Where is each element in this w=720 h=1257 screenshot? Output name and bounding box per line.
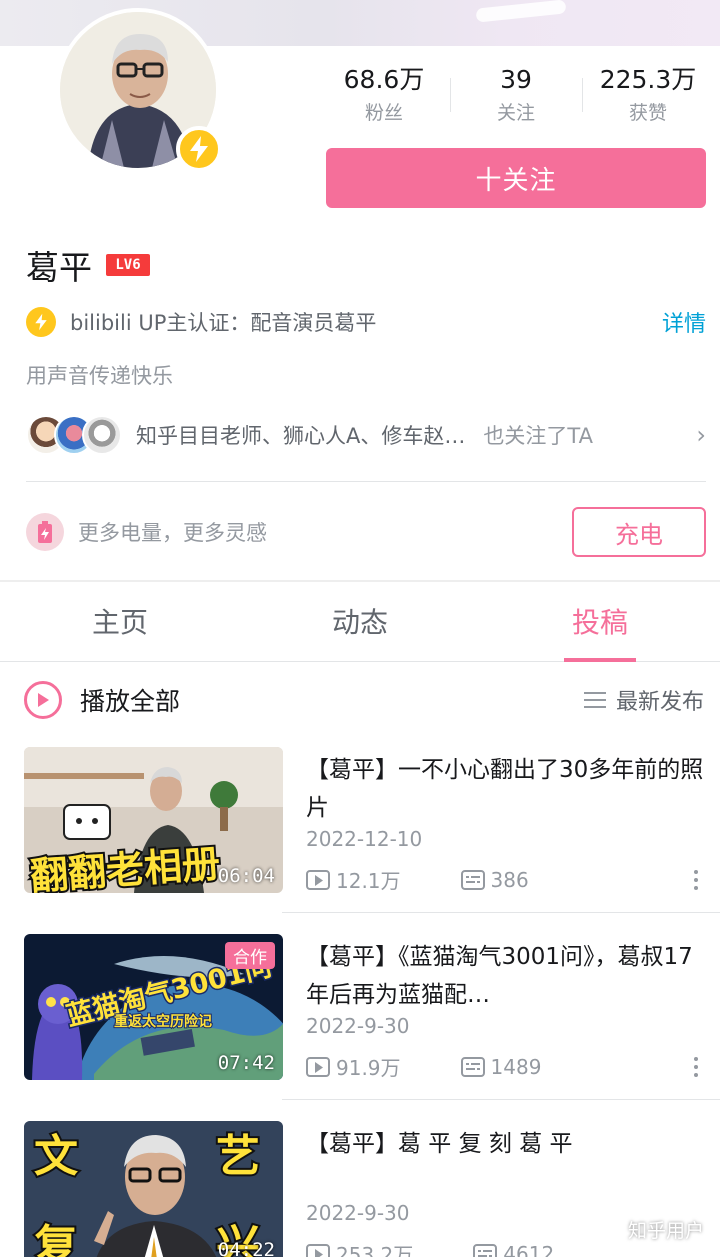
danmaku-icon <box>473 1243 498 1257</box>
follow-button[interactable]: 十关注 <box>326 148 706 208</box>
verified-bolt-icon <box>176 126 222 172</box>
video-date: 2022-9-30 <box>306 1201 410 1225</box>
profile-tabs: 主页 动态 投稿 <box>0 584 720 662</box>
stat-following-value: 39 <box>500 65 532 94</box>
profile-stats: 68.6万 粉丝 39 关注 225.3万 获赞 <box>318 62 714 134</box>
divider <box>282 912 720 913</box>
play-count-icon <box>306 869 330 890</box>
stat-fans-label: 粉丝 <box>364 102 403 124</box>
sort-label: 最新发布 <box>615 690 704 715</box>
mutual-names: 知乎目目老师、狮心人A、修车赵… <box>136 424 466 448</box>
video-duration: 04:22 <box>217 1239 275 1257</box>
danmaku-count-value: 1489 <box>490 1054 542 1079</box>
video-item[interactable]: 翻翻老相册 06:04 【葛平】一不小心翻出了30多年前的照片 2022-12-… <box>24 747 704 895</box>
bolt-icon <box>26 307 56 337</box>
tab-uploads[interactable]: 投稿 <box>480 584 720 662</box>
watermark: 知乎用户 <box>627 1220 704 1242</box>
divider <box>282 1099 720 1100</box>
view-count-value: 91.9万 <box>336 1056 401 1080</box>
thumbnail-char: 文 <box>34 1131 78 1182</box>
view-count: 12.1万 <box>306 865 401 894</box>
video-title[interactable]: 【葛平】葛 平 复 刻 葛 平 <box>306 1125 706 1163</box>
video-thumbnail[interactable]: 文 复 艺 兴 04:22 <box>24 1121 283 1257</box>
video-duration: 07:42 <box>217 1052 275 1074</box>
thumbnail-char: 艺 <box>216 1131 260 1182</box>
stat-following[interactable]: 39 关注 <box>450 62 582 134</box>
video-date: 2022-9-30 <box>306 1014 410 1038</box>
mutual-avatars <box>26 415 122 455</box>
video-item[interactable]: 文 复 艺 兴 04:22 【葛平】葛 平 复 刻 葛 平 2022-9-30 … <box>24 1121 704 1257</box>
video-duration: 06:04 <box>217 865 275 887</box>
tab-dynamic[interactable]: 动态 <box>240 584 480 661</box>
video-thumbnail[interactable]: 蓝猫淘气3001问 重返太空历险记 合作 07:42 <box>24 934 283 1080</box>
divider <box>26 481 706 482</box>
charge-text: 更多电量，更多灵感 <box>78 521 267 545</box>
stat-likes-value: 225.3万 <box>599 65 697 94</box>
list-icon <box>583 692 606 708</box>
play-all-button[interactable]: 播放全部 <box>80 682 180 718</box>
certification-text: bilibili UP主认证：配音演员葛平 <box>70 311 377 335</box>
certification-row: bilibili UP主认证：配音演员葛平 详情 <box>26 302 706 342</box>
stat-likes-label: 获赞 <box>628 102 667 124</box>
view-count-value: 253.2万 <box>336 1243 414 1257</box>
thumbnail-subcaption: 重返太空历险记 <box>114 1013 212 1030</box>
chevron-right-icon: › <box>696 421 706 449</box>
stat-fans[interactable]: 68.6万 粉丝 <box>318 62 450 134</box>
charge-row: 更多电量，更多灵感 充电 <box>26 506 706 558</box>
battery-icon <box>26 513 64 551</box>
video-thumbnail[interactable]: 翻翻老相册 06:04 <box>24 747 283 893</box>
play-icon[interactable] <box>24 681 62 719</box>
danmaku-count-value: 386 <box>490 867 529 892</box>
danmaku-icon <box>460 1056 485 1077</box>
certification-detail-link[interactable]: 详情 <box>662 306 706 338</box>
view-count: 91.9万 <box>306 1052 401 1081</box>
level-badge: LV6 <box>106 254 150 276</box>
danmaku-count: 4612 <box>473 1242 554 1257</box>
stat-following-label: 关注 <box>496 102 535 124</box>
sort-dropdown[interactable]: 最新发布 <box>583 684 704 716</box>
thumbnail-caption: 翻翻老相册 <box>29 841 222 893</box>
video-date: 2022-12-10 <box>306 827 423 851</box>
danmaku-count: 1489 <box>460 1054 542 1079</box>
view-count: 253.2万 <box>306 1239 413 1257</box>
more-options-icon[interactable] <box>694 1056 704 1077</box>
video-title[interactable]: 【葛平】一不小心翻出了30多年前的照片 <box>306 751 706 827</box>
mutual-suffix: 也关注了TA <box>483 424 593 448</box>
thumbnail-char: 复 <box>34 1221 78 1257</box>
user-signature: 用声音传递快乐 <box>26 364 173 388</box>
play-all-row: 播放全部 最新发布 <box>24 678 704 722</box>
mutual-avatar <box>82 415 122 455</box>
collab-badge: 合作 <box>225 942 275 969</box>
section-divider <box>0 580 720 582</box>
video-item[interactable]: 蓝猫淘气3001问 重返太空历险记 合作 07:42 【葛平】《蓝猫淘气3001… <box>24 934 704 1082</box>
video-meta: 12.1万 386 <box>306 865 704 894</box>
stat-likes[interactable]: 225.3万 获赞 <box>582 62 714 134</box>
banner-decoration <box>475 0 567 23</box>
tab-home[interactable]: 主页 <box>0 584 240 661</box>
danmaku-count-value: 4612 <box>503 1241 555 1257</box>
mutual-follows-row[interactable]: 知乎目目老师、狮心人A、修车赵… 也关注了TA › <box>26 410 706 460</box>
play-count-icon <box>306 1056 330 1077</box>
stat-fans-value: 68.6万 <box>343 65 425 94</box>
more-options-icon[interactable] <box>694 869 704 890</box>
video-meta: 91.9万 1489 <box>306 1052 704 1081</box>
video-title[interactable]: 【葛平】《蓝猫淘气3001问》，葛叔17年后再为蓝猫配… <box>306 938 706 1014</box>
play-count-icon <box>306 1243 330 1257</box>
danmaku-icon <box>460 869 485 890</box>
view-count-value: 12.1万 <box>336 869 401 893</box>
danmaku-count: 386 <box>460 867 529 892</box>
charge-button[interactable]: 充电 <box>572 507 706 557</box>
user-name: 葛平 <box>26 248 92 287</box>
name-row: 葛平 LV6 <box>26 240 150 290</box>
